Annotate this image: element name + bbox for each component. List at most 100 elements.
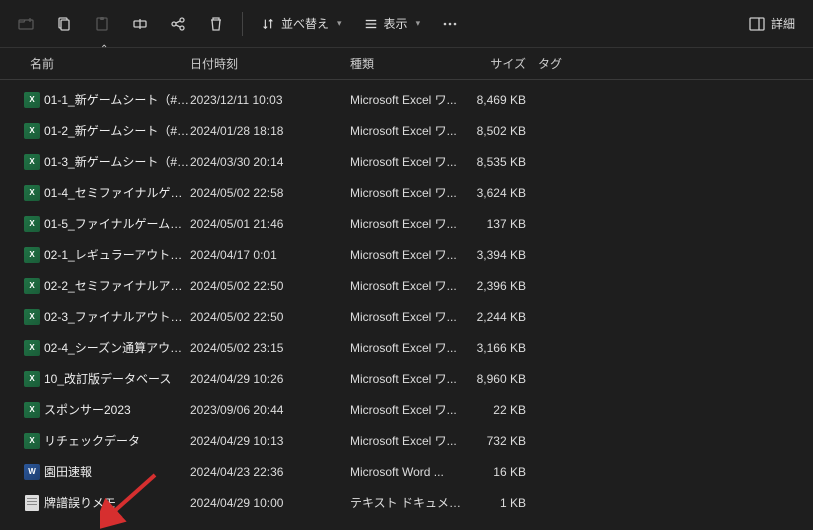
xlsx-file-icon: X — [20, 402, 44, 418]
column-header-size[interactable]: サイズ — [468, 55, 538, 72]
file-kind: Microsoft Excel ワ... — [350, 153, 468, 170]
details-pane-button[interactable]: 詳細 — [739, 6, 805, 42]
share-button[interactable] — [160, 6, 196, 42]
column-header-tag[interactable]: タグ — [538, 55, 618, 72]
file-kind: Microsoft Excel ワ... — [350, 184, 468, 201]
table-row[interactable]: X02-2_セミファイナルアウト...2024/05/02 22:50Micro… — [0, 270, 813, 301]
file-date: 2024/05/02 22:50 — [190, 310, 350, 324]
file-kind: Microsoft Excel ワ... — [350, 91, 468, 108]
file-name: 牌譜誤りメモ — [44, 494, 190, 511]
chevron-down-icon: ▾ — [416, 18, 421, 29]
view-menu[interactable]: 表示 ▾ — [354, 6, 431, 42]
view-icon — [364, 17, 378, 31]
column-header-kind[interactable]: 種類 — [350, 55, 468, 72]
paste-icon — [94, 16, 110, 32]
table-row[interactable]: X02-1_レギュラーアウトプッ...2024/04/17 0:01Micros… — [0, 239, 813, 270]
more-icon — [442, 16, 458, 32]
more-button[interactable] — [432, 6, 468, 42]
copy-icon — [56, 16, 72, 32]
file-date: 2024/05/02 22:58 — [190, 186, 350, 200]
view-label: 表示 — [384, 15, 408, 32]
file-kind: Microsoft Word ... — [350, 465, 468, 479]
file-size: 732 KB — [468, 434, 538, 448]
file-size: 2,396 KB — [468, 279, 538, 293]
table-row[interactable]: X10_改訂版データベース2024/04/29 10:26Microsoft E… — [0, 363, 813, 394]
file-name: 02-1_レギュラーアウトプッ... — [44, 246, 190, 263]
separator — [242, 12, 243, 36]
file-date: 2023/12/11 10:03 — [190, 93, 350, 107]
delete-button[interactable] — [198, 6, 234, 42]
rename-icon — [132, 16, 148, 32]
xlsx-file-icon: X — [20, 123, 44, 139]
file-name: 01-3_新ゲームシート（#1... — [44, 153, 190, 170]
table-row[interactable]: X01-1_新ゲームシート（#0...2023/12/11 10:03Micro… — [0, 84, 813, 115]
file-kind: Microsoft Excel ワ... — [350, 401, 468, 418]
file-size: 8,469 KB — [468, 93, 538, 107]
sort-icon — [261, 17, 275, 31]
xlsx-file-icon: X — [20, 92, 44, 108]
xlsx-file-icon: X — [20, 278, 44, 294]
file-size: 3,624 KB — [468, 186, 538, 200]
file-size: 8,502 KB — [468, 124, 538, 138]
table-row[interactable]: X01-5_ファイナルゲームシート2024/05/01 21:46Microso… — [0, 208, 813, 239]
share-icon — [170, 16, 186, 32]
copy-button[interactable] — [46, 6, 82, 42]
file-date: 2024/04/29 10:13 — [190, 434, 350, 448]
new-folder-button[interactable] — [8, 6, 44, 42]
xlsx-file-icon: X — [20, 185, 44, 201]
sort-indicator-icon: ⌃ — [100, 44, 108, 55]
file-size: 8,960 KB — [468, 372, 538, 386]
file-name: リチェックデータ — [44, 432, 190, 449]
table-row[interactable]: 牌譜誤りメモ2024/04/29 10:00テキスト ドキュメント1 KB — [0, 487, 813, 518]
table-row[interactable]: W園田速報2024/04/23 22:36Microsoft Word ...1… — [0, 456, 813, 487]
file-kind: Microsoft Excel ワ... — [350, 215, 468, 232]
sort-menu[interactable]: 並べ替え ▾ — [251, 6, 352, 42]
file-kind: Microsoft Excel ワ... — [350, 246, 468, 263]
toolbar: 並べ替え ▾ 表示 ▾ 詳細 — [0, 0, 813, 48]
file-name: 02-2_セミファイナルアウト... — [44, 277, 190, 294]
file-size: 2,244 KB — [468, 310, 538, 324]
file-size: 137 KB — [468, 217, 538, 231]
file-name: 園田速報 — [44, 463, 190, 480]
file-kind: Microsoft Excel ワ... — [350, 122, 468, 139]
table-row[interactable]: X01-2_新ゲームシート（#0...2024/01/28 18:18Micro… — [0, 115, 813, 146]
file-kind: Microsoft Excel ワ... — [350, 308, 468, 325]
file-size: 3,166 KB — [468, 341, 538, 355]
file-list: X01-1_新ゲームシート（#0...2023/12/11 10:03Micro… — [0, 80, 813, 518]
file-size: 22 KB — [468, 403, 538, 417]
column-header-name[interactable]: 名前 — [30, 55, 190, 72]
table-row[interactable]: X02-3_ファイナルアウトプッ...2024/05/02 22:50Micro… — [0, 301, 813, 332]
paste-button[interactable] — [84, 6, 120, 42]
file-date: 2024/04/17 0:01 — [190, 248, 350, 262]
file-name: 01-5_ファイナルゲームシート — [44, 215, 190, 232]
chevron-down-icon: ▾ — [337, 18, 342, 29]
docx-file-icon: W — [20, 464, 44, 480]
file-kind: Microsoft Excel ワ... — [350, 370, 468, 387]
rename-button[interactable] — [122, 6, 158, 42]
file-name: 02-4_シーズン通算アウト... — [44, 339, 190, 356]
file-name: 10_改訂版データベース — [44, 370, 190, 387]
trash-icon — [208, 16, 224, 32]
file-date: 2024/05/01 21:46 — [190, 217, 350, 231]
table-row[interactable]: X01-4_セミファイナルゲーム...2024/05/02 22:58Micro… — [0, 177, 813, 208]
xlsx-file-icon: X — [20, 216, 44, 232]
file-name: スポンサー2023 — [44, 401, 190, 418]
column-header-date[interactable]: 日付時刻 — [190, 55, 350, 72]
file-size: 1 KB — [468, 496, 538, 510]
file-date: 2024/04/29 10:00 — [190, 496, 350, 510]
column-headers: ⌃ 名前 日付時刻 種類 サイズ タグ — [0, 48, 813, 80]
xlsx-file-icon: X — [20, 247, 44, 263]
file-kind: Microsoft Excel ワ... — [350, 277, 468, 294]
table-row[interactable]: X02-4_シーズン通算アウト...2024/05/02 23:15Micros… — [0, 332, 813, 363]
xlsx-file-icon: X — [20, 340, 44, 356]
sort-label: 並べ替え — [281, 15, 329, 32]
file-date: 2024/05/02 22:50 — [190, 279, 350, 293]
table-row[interactable]: Xリチェックデータ2024/04/29 10:13Microsoft Excel… — [0, 425, 813, 456]
table-row[interactable]: X01-3_新ゲームシート（#1...2024/03/30 20:14Micro… — [0, 146, 813, 177]
details-pane-icon — [749, 17, 765, 31]
table-row[interactable]: Xスポンサー20232023/09/06 20:44Microsoft Exce… — [0, 394, 813, 425]
file-size: 8,535 KB — [468, 155, 538, 169]
new-folder-icon — [18, 16, 34, 32]
file-kind: テキスト ドキュメント — [350, 494, 468, 511]
file-kind: Microsoft Excel ワ... — [350, 432, 468, 449]
